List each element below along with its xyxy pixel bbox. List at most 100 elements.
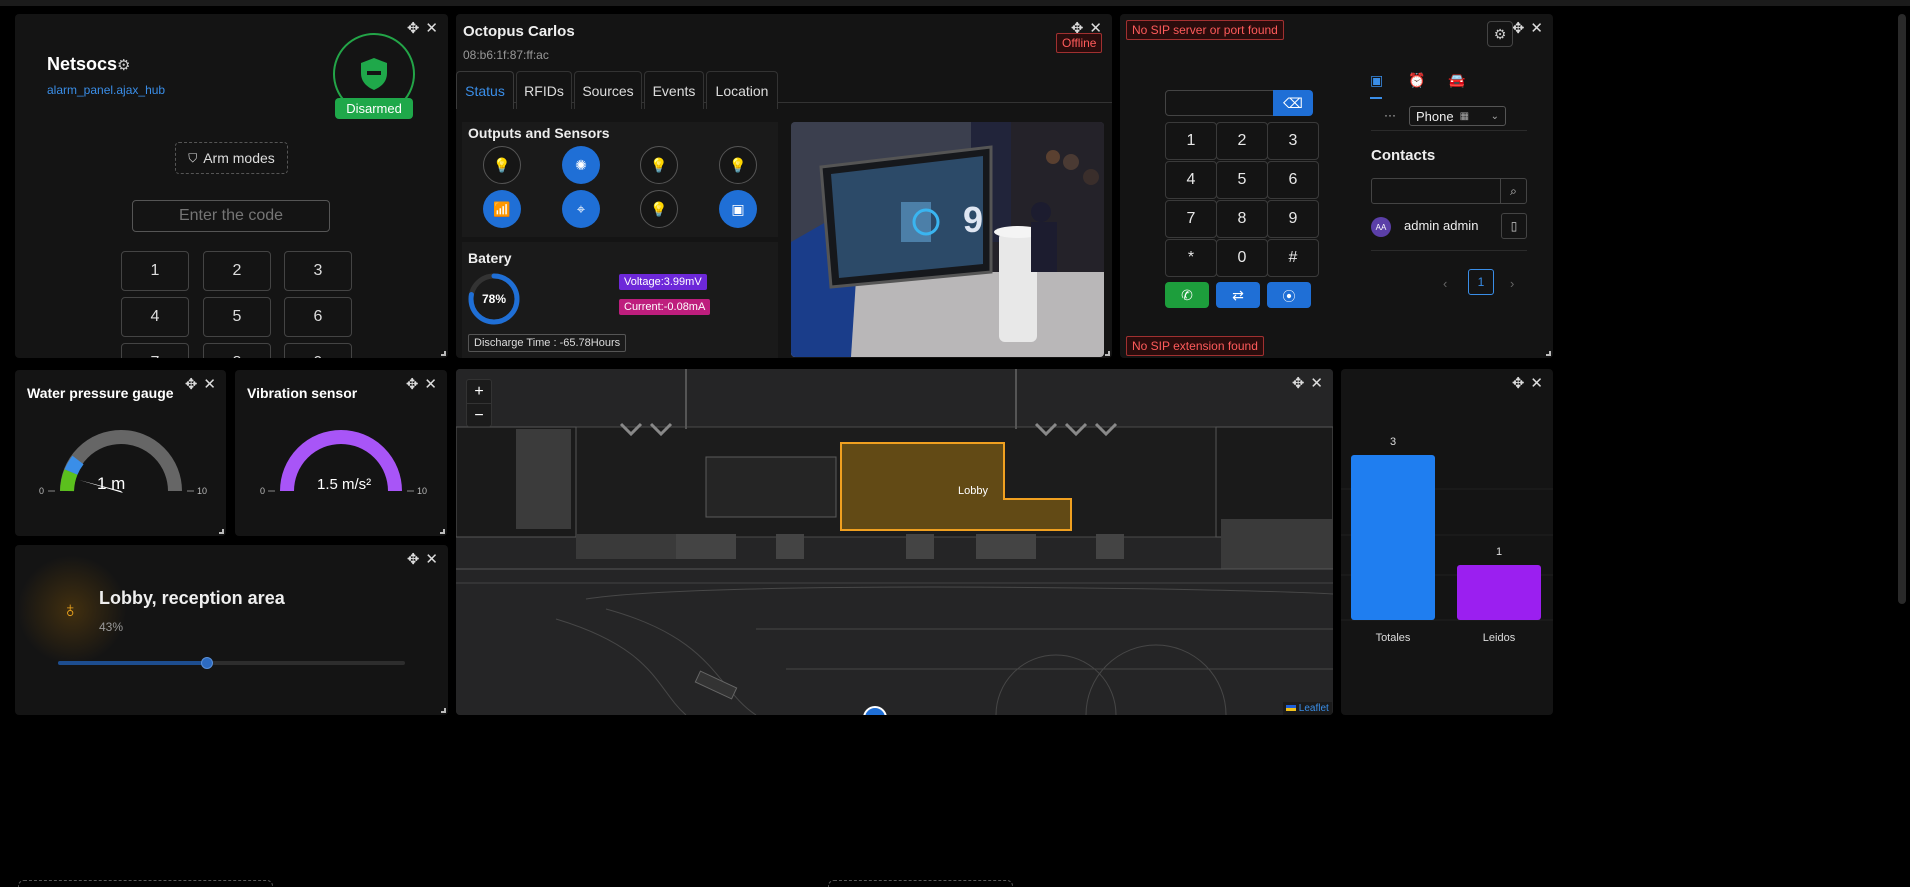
contact-name[interactable]: admin admin <box>1404 218 1478 233</box>
more-icon[interactable]: ··· <box>1384 108 1396 122</box>
settings-icon[interactable]: ⚙ <box>117 56 130 74</box>
gauge-value: 1 m <box>97 474 126 493</box>
sip-key-7[interactable]: 7 <box>1165 200 1217 238</box>
contacts-tab-icon[interactable]: ▣ <box>1370 72 1383 89</box>
battery-percent: 78% <box>481 292 507 306</box>
attribution-link[interactable]: Leaflet <box>1299 703 1329 714</box>
gauge-value: 1.5 m/s² <box>317 476 372 493</box>
placeholder-slot[interactable] <box>828 880 1013 887</box>
tab-location[interactable]: Location <box>706 71 778 109</box>
bulb-output-4[interactable]: 💡 <box>719 146 757 184</box>
close-icon[interactable]: ✕ <box>424 375 437 393</box>
move-icon[interactable]: ✥ <box>407 550 420 568</box>
wifi-icon: 📶 <box>493 200 511 217</box>
resize-handle[interactable] <box>219 529 224 534</box>
settings-button[interactable]: ⚙ <box>1487 21 1513 47</box>
transfer-button[interactable]: ⇄ <box>1216 282 1260 308</box>
key-1[interactable]: 1 <box>121 251 189 291</box>
phone-select[interactable]: Phone ▦ ⌄ <box>1409 106 1506 126</box>
alarm-tab-icon[interactable]: ⏰ <box>1408 72 1425 89</box>
sip-key-8[interactable]: 8 <box>1216 200 1268 238</box>
bulb-icon: 💡 <box>650 156 668 173</box>
close-icon[interactable]: ✕ <box>1310 374 1323 392</box>
resize-handle[interactable] <box>441 708 446 713</box>
move-icon[interactable]: ✥ <box>407 19 420 37</box>
key-6[interactable]: 6 <box>284 297 352 337</box>
page-number[interactable]: 1 <box>1468 269 1494 295</box>
close-icon[interactable]: ✕ <box>425 550 438 568</box>
close-icon[interactable]: ✕ <box>425 19 438 37</box>
contact-search-input[interactable] <box>1371 178 1501 204</box>
sip-key-4[interactable]: 4 <box>1165 161 1217 199</box>
bulb-output-2[interactable]: ✺ <box>562 146 600 184</box>
key-8[interactable]: 8 <box>203 343 271 358</box>
contact-book-button[interactable]: ▯ <box>1501 213 1527 239</box>
brightness-slider[interactable] <box>58 657 405 669</box>
gauge-max: 10 <box>197 486 208 496</box>
sip-key-6[interactable]: 6 <box>1267 161 1319 199</box>
key-5[interactable]: 5 <box>203 297 271 337</box>
bar-totales[interactable] <box>1351 455 1435 620</box>
sip-key-9[interactable]: 9 <box>1267 200 1319 238</box>
slider-thumb[interactable] <box>201 657 214 669</box>
dial-input[interactable] <box>1165 90 1274 116</box>
map-attribution[interactable]: Leaflet <box>1283 702 1332 715</box>
code-input[interactable] <box>132 200 330 232</box>
tab-sources[interactable]: Sources <box>574 71 642 109</box>
zoom-in-button[interactable]: + <box>467 380 491 404</box>
move-icon[interactable]: ✥ <box>1292 374 1305 392</box>
zone-label-lobby[interactable]: Lobby <box>958 485 988 497</box>
shield-check-icon: ⛉ <box>188 150 198 165</box>
placeholder-slot[interactable] <box>18 880 273 887</box>
sip-key-0[interactable]: 0 <box>1216 239 1268 277</box>
resize-handle[interactable] <box>441 351 446 356</box>
move-icon[interactable]: ✥ <box>406 375 419 393</box>
sip-key-2[interactable]: 2 <box>1216 122 1268 160</box>
tab-events[interactable]: Events <box>644 71 704 109</box>
phone-icon: ✆ <box>1181 286 1193 303</box>
tab-status[interactable]: Status <box>456 71 514 109</box>
page-scrollbar[interactable] <box>1898 14 1906 604</box>
device-name: Octopus Carlos <box>463 23 575 40</box>
tab-rfids[interactable]: RFIDs <box>516 71 572 109</box>
key-4[interactable]: 4 <box>121 297 189 337</box>
broadcast-button[interactable]: ⦿ <box>1267 282 1311 308</box>
prev-page-icon[interactable]: ‹ <box>1443 276 1447 291</box>
sip-key-3[interactable]: 3 <box>1267 122 1319 160</box>
sip-key-hash[interactable]: # <box>1267 239 1319 277</box>
sip-key-1[interactable]: 1 <box>1165 122 1217 160</box>
zoom-control: + − <box>466 379 492 427</box>
card-sensor[interactable]: ▣ <box>719 190 757 228</box>
contacts-tab-underline <box>1370 97 1382 99</box>
bulb-output-5[interactable]: 💡 <box>640 190 678 228</box>
bulb-output-3[interactable]: 💡 <box>640 146 678 184</box>
target-sensor[interactable]: ⌖ <box>562 190 600 228</box>
move-icon[interactable]: ✥ <box>1512 19 1525 37</box>
contact-search-button[interactable]: ⌕ <box>1500 178 1527 204</box>
resize-handle[interactable] <box>1546 351 1551 356</box>
water-pressure-widget: ✥ ✕ Water pressure gauge 0 10 1 m <box>15 370 226 536</box>
key-7[interactable]: 7 <box>121 343 189 358</box>
bulb-output-1[interactable]: 💡 <box>483 146 521 184</box>
bar-chart-widget: ✥ ✕ 3 Totales 1 Leidos <box>1341 369 1553 715</box>
sip-key-5[interactable]: 5 <box>1216 161 1268 199</box>
backspace-button[interactable]: ⌫ <box>1273 90 1313 116</box>
resize-handle[interactable] <box>1105 351 1110 356</box>
car-tab-icon[interactable]: 🚘 <box>1448 72 1465 89</box>
call-button[interactable]: ✆ <box>1165 282 1209 308</box>
zoom-out-button[interactable]: − <box>467 404 491 427</box>
resize-handle[interactable] <box>440 529 445 534</box>
move-icon[interactable]: ✥ <box>185 375 198 393</box>
sip-extension-error: No SIP extension found <box>1126 336 1264 356</box>
key-2[interactable]: 2 <box>203 251 271 291</box>
key-9[interactable]: 9 <box>284 343 352 358</box>
next-page-icon[interactable]: › <box>1510 276 1514 291</box>
bar-leidos[interactable] <box>1457 565 1541 620</box>
arm-modes-button[interactable]: ⛉ Arm modes <box>175 142 288 174</box>
sip-key-star[interactable]: * <box>1165 239 1217 277</box>
key-3[interactable]: 3 <box>284 251 352 291</box>
wifi-sensor[interactable]: 📶 <box>483 190 521 228</box>
close-icon[interactable]: ✕ <box>1530 19 1543 37</box>
close-icon[interactable]: ✕ <box>203 375 216 393</box>
bulb-icon: ♁ <box>62 597 79 622</box>
